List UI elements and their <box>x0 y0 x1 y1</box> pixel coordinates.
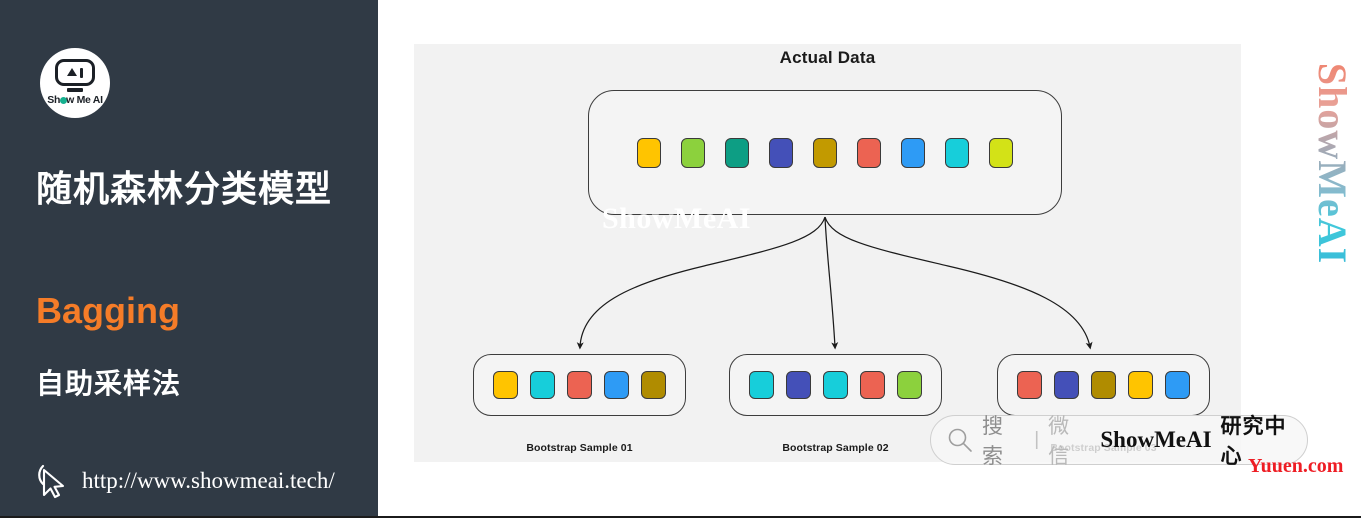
site-url-row[interactable]: http://www.showmeai.tech/ <box>36 462 335 500</box>
sample-1-chip-dodger-blue <box>604 371 629 399</box>
actual-data-chip-coral-red <box>857 137 881 168</box>
bootstrap-sample-node-1 <box>473 354 686 416</box>
cursor-pointer-icon <box>38 464 65 499</box>
sample-3-chip-coral-red <box>1017 371 1042 399</box>
actual-data-chip-yellow-green <box>989 137 1013 168</box>
sample-1-chip-gold <box>493 371 518 399</box>
actual-data-chip-cyan <box>945 137 969 168</box>
vertical-brand-text: ShowMeAI <box>1310 62 1356 264</box>
actual-data-chip-gold <box>637 137 661 168</box>
logo-stand-icon <box>67 88 83 92</box>
sample-1-chip-coral-red <box>567 371 592 399</box>
actual-data-node <box>588 90 1062 215</box>
bootstrap-sample-label-2: Bootstrap Sample 02 <box>782 442 889 454</box>
sample-2-chip-indigo <box>786 371 811 399</box>
page-title: 随机森林分类模型 <box>36 168 333 209</box>
bootstrap-sample-label-3: Bootstrap Sample 03 <box>1050 442 1157 454</box>
actual-data-chip-dark-gold <box>813 137 837 168</box>
bootstrap-sample-label-1: Bootstrap Sample 01 <box>526 442 633 454</box>
left-sidebar: Sh w Me AI 随机森林分类模型 Bagging 自助采样法 http://… <box>0 0 378 518</box>
topic-subtitle: 自助采样法 <box>36 368 182 399</box>
sample-1-chip-dark-gold <box>641 371 666 399</box>
sample-3-chip-indigo <box>1054 371 1079 399</box>
sample-3-chip-dodger-blue <box>1165 371 1190 399</box>
sample-2-chip-cyan <box>823 371 848 399</box>
actual-data-chip-teal <box>725 137 749 168</box>
bootstrap-sample-node-2 <box>729 354 942 416</box>
site-url-text: http://www.showmeai.tech/ <box>82 468 335 493</box>
topic-accent-heading: Bagging <box>36 290 180 331</box>
sample-3-chip-dark-gold <box>1091 371 1116 399</box>
diagram-canvas: Actual Data ShowMeAI Bootstrap Sample 01… <box>378 0 1361 518</box>
showmeai-robot-logo: Sh w Me AI <box>40 48 110 118</box>
bagging-diagram: Actual Data ShowMeAI Bootstrap Sample 01… <box>414 44 1241 462</box>
logo-bar-icon <box>79 67 84 78</box>
logo-word-post: w Me AI <box>66 94 103 106</box>
diagram-title: Actual Data <box>779 48 876 67</box>
actual-data-chip-lime-green <box>681 137 705 168</box>
sample-2-chip-lime-green <box>897 371 922 399</box>
actual-data-chip-dodger-blue <box>901 137 925 168</box>
vertical-brand-watermark: ShowMeAI <box>1310 38 1356 288</box>
sample-3-chip-gold <box>1128 371 1153 399</box>
logo-word-pre: Sh <box>47 94 61 106</box>
logo-caret-icon <box>66 68 77 76</box>
logo-wordmark: Sh w Me AI <box>45 94 105 106</box>
bootstrap-sample-node-3 <box>997 354 1210 416</box>
sample-2-chip-coral-red <box>860 371 885 399</box>
actual-data-chip-indigo <box>769 137 793 168</box>
sample-1-chip-cyan <box>530 371 555 399</box>
screenshot-root: Sh w Me AI 随机森林分类模型 Bagging 自助采样法 http://… <box>0 0 1361 518</box>
logo-screen-icon <box>55 59 95 86</box>
sample-2-chip-cyan <box>749 371 774 399</box>
